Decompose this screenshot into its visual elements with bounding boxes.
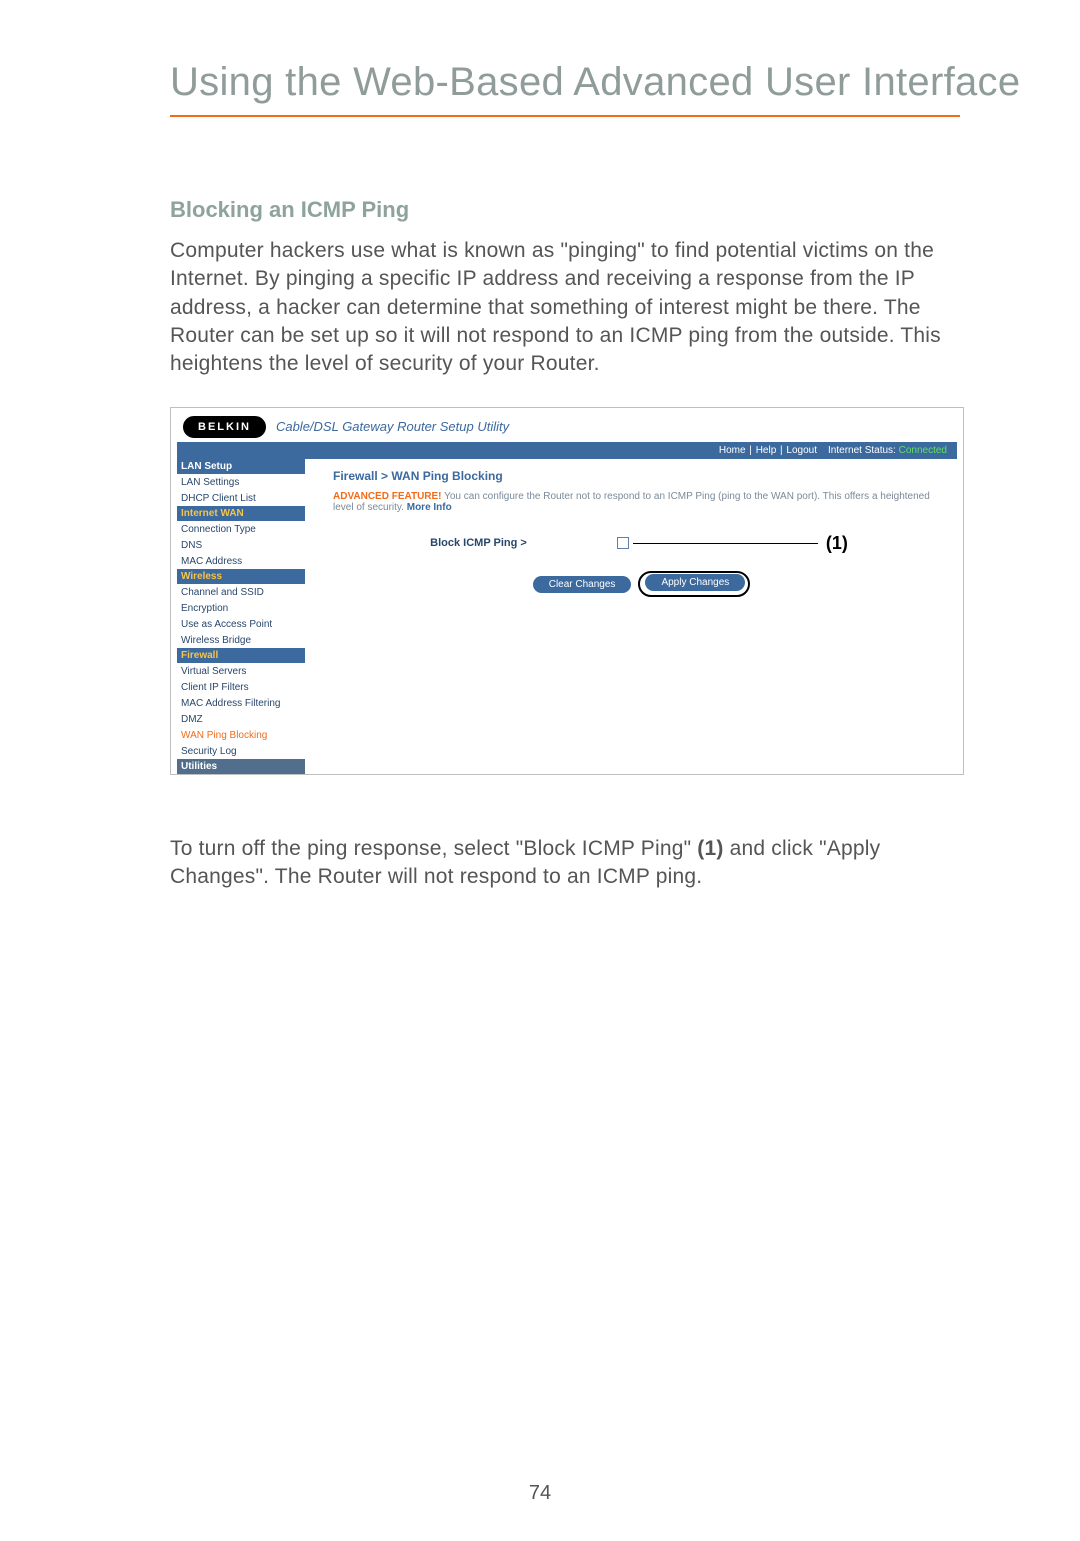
instruction-pre: To turn off the ping response, select "B… [170, 837, 697, 860]
feature-text: ADVANCED FEATURE! You can configure the … [333, 491, 945, 513]
sidebar-item-connection-type[interactable]: Connection Type [177, 521, 305, 537]
router-admin-screenshot: BELKIN Cable/DSL Gateway Router Setup Ut… [170, 407, 964, 775]
sidebar-item-virtual-servers[interactable]: Virtual Servers [177, 663, 305, 679]
sidebar-section-lan: LAN Setup [177, 459, 305, 474]
button-row: Clear Changes Apply Changes [333, 576, 945, 593]
internet-status: Internet Status: Connected [828, 445, 947, 456]
screenshot-body: LAN Setup LAN Settings DHCP Client List … [171, 459, 963, 774]
screenshot-header: BELKIN Cable/DSL Gateway Router Setup Ut… [171, 408, 963, 438]
sidebar-item-security-log[interactable]: Security Log [177, 743, 305, 759]
sidebar-item-dmz[interactable]: DMZ [177, 711, 305, 727]
breadcrumb: Firewall > WAN Ping Blocking [333, 469, 945, 483]
sidebar-item-wan-ping[interactable]: WAN Ping Blocking [177, 727, 305, 743]
main-panel: Firewall > WAN Ping Blocking ADVANCED FE… [305, 459, 963, 774]
internet-status-value: Connected [899, 445, 947, 456]
sidebar-section-wan: Internet WAN [177, 506, 305, 521]
sidebar-section-wireless: Wireless [177, 569, 305, 584]
sidebar-item-mac-address[interactable]: MAC Address [177, 553, 305, 569]
title-divider [170, 115, 960, 117]
block-icmp-label: Block ICMP Ping > [430, 537, 527, 549]
sidebar-item-ssid[interactable]: Channel and SSID [177, 584, 305, 600]
topbar: Home | Help | Logout Internet Status: Co… [177, 442, 957, 459]
sidebar: LAN Setup LAN Settings DHCP Client List … [177, 459, 305, 774]
intro-paragraph: Computer hackers use what is known as "p… [170, 237, 960, 379]
block-icmp-row: Block ICMP Ping > (1) [333, 533, 945, 554]
sidebar-item-client-ip[interactable]: Client IP Filters [177, 679, 305, 695]
instruction-paragraph: To turn off the ping response, select "B… [170, 835, 960, 892]
sidebar-item-mac-filtering[interactable]: MAC Address Filtering [177, 695, 305, 711]
page-title: Using the Web-Based Advanced User Interf… [170, 60, 960, 105]
topbar-help[interactable]: Help [756, 445, 777, 456]
callout-line [633, 543, 818, 544]
sidebar-item-lan-settings[interactable]: LAN Settings [177, 474, 305, 490]
sidebar-item-access-point[interactable]: Use as Access Point [177, 616, 305, 632]
sidebar-item-encryption[interactable]: Encryption [177, 600, 305, 616]
topbar-links: Home | Help | Logout [718, 445, 818, 456]
sidebar-section-firewall: Firewall [177, 648, 305, 663]
advanced-label: ADVANCED FEATURE! [333, 491, 442, 502]
sidebar-section-utilities: Utilities [177, 759, 305, 774]
topbar-home[interactable]: Home [719, 445, 746, 456]
document-page: Using the Web-Based Advanced User Interf… [0, 0, 1080, 1541]
internet-status-label: Internet Status: [828, 445, 896, 456]
more-info-link[interactable]: More Info [407, 502, 452, 513]
callout-one: (1) [826, 533, 848, 554]
clear-changes-button[interactable]: Clear Changes [533, 576, 632, 593]
block-icmp-checkbox[interactable] [617, 537, 629, 549]
sidebar-item-wireless-bridge[interactable]: Wireless Bridge [177, 632, 305, 648]
belkin-logo: BELKIN [183, 416, 266, 438]
sidebar-item-dns[interactable]: DNS [177, 537, 305, 553]
utility-title: Cable/DSL Gateway Router Setup Utility [276, 419, 509, 434]
section-heading: Blocking an ICMP Ping [170, 197, 960, 223]
topbar-logout[interactable]: Logout [786, 445, 817, 456]
instruction-bold: (1) [697, 837, 723, 860]
sidebar-item-dhcp[interactable]: DHCP Client List [177, 490, 305, 506]
page-number: 74 [0, 1482, 1080, 1505]
apply-changes-button[interactable]: Apply Changes [645, 574, 745, 591]
